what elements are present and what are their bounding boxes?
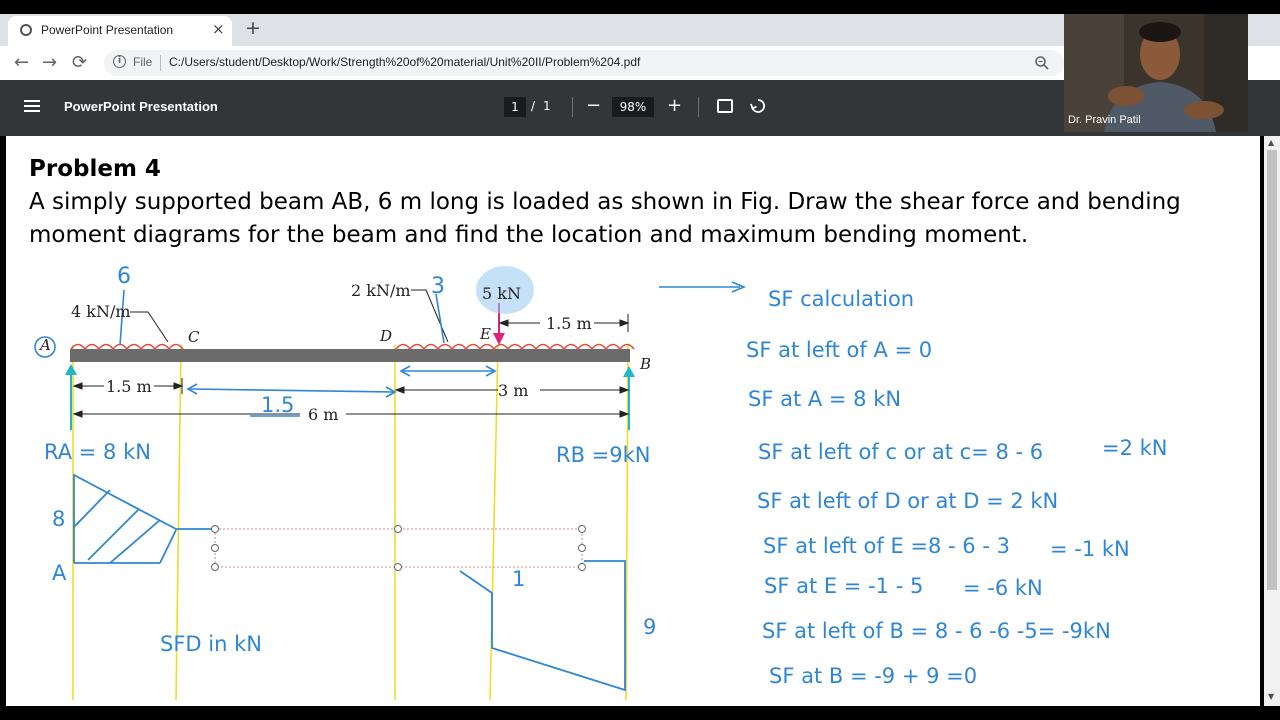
dimension-eb: 1.5 m: [546, 314, 592, 333]
browser-tab[interactable]: PowerPoint Presentation ×: [8, 16, 232, 46]
load1-total: 6: [117, 264, 131, 289]
toolbar-divider: [572, 97, 573, 117]
point-a-label: A: [40, 336, 51, 354]
sfd-value-9: 9: [643, 615, 657, 639]
new-tab-button[interactable]: +: [245, 17, 261, 39]
tab-close-icon[interactable]: ×: [212, 20, 225, 38]
page-number-input[interactable]: 1: [504, 97, 526, 117]
udl1-label: 4 kN/m: [71, 302, 131, 321]
udl2-label: 2 kN/m: [351, 281, 411, 300]
zoom-in-button[interactable]: +: [667, 95, 682, 116]
sfd-point-a: A: [52, 561, 67, 585]
page-total: 1: [543, 99, 551, 113]
dimension-db: 3 m: [498, 381, 529, 400]
page-scrollbar[interactable]: ▲ ▼: [1264, 136, 1280, 706]
scroll-up-icon[interactable]: ▲: [1268, 138, 1274, 147]
zoom-level-input[interactable]: 98%: [612, 97, 654, 117]
problem-statement-line: A simply supported beam AB, 6 m long is …: [29, 189, 1181, 215]
load2-total: 3: [431, 274, 445, 299]
dimension-ac: 1.5 m: [106, 377, 152, 396]
zoom-magnifier-icon[interactable]: [1034, 55, 1050, 71]
page-separator: /: [531, 99, 536, 113]
problem-title: Problem 4: [29, 156, 161, 182]
reaction-b: RB =9kN: [556, 443, 651, 467]
file-scheme-label: File: [133, 55, 153, 69]
zoom-out-button[interactable]: −: [586, 95, 601, 116]
fit-to-page-icon[interactable]: [717, 99, 733, 113]
scrollbar-thumb[interactable]: [1267, 150, 1277, 590]
sf-calc-line: SF at left of B = 8 - 6 -6 -5= -9kN: [762, 619, 1111, 643]
url-text[interactable]: C:/Users/student/Desktop/Work/Strength%2…: [169, 55, 640, 69]
sf-calc-heading: SF calculation: [768, 287, 915, 311]
forward-button[interactable]: →: [42, 52, 57, 73]
reload-button[interactable]: ⟳: [72, 52, 87, 73]
sf-calc-line: SF at left of c or at c= 8 - 6: [758, 440, 1044, 464]
presenter-webcam: Dr. Pravin Patil: [1064, 14, 1248, 132]
sf-calc-line: SF at E = -1 - 5: [764, 574, 924, 598]
presenter-name: Dr. Pravin Patil: [1068, 114, 1141, 126]
screen-top-bar: [0, 0, 1280, 14]
sf-calc-result: = -1 kN: [1050, 537, 1130, 561]
menu-icon[interactable]: [24, 100, 40, 112]
sfd-value-8: 8: [52, 507, 66, 531]
globe-icon: [20, 24, 32, 36]
scroll-down-icon[interactable]: ▼: [1268, 692, 1274, 701]
point-d-label: D: [380, 327, 393, 345]
omnibox[interactable]: i File C:/Users/student/Desktop/Work/Str…: [104, 50, 1064, 76]
point-load-label: 5 kN: [482, 284, 521, 303]
point-e-label: E: [480, 325, 491, 343]
info-icon[interactable]: i: [113, 55, 126, 68]
sf-calc-line: SF at left of E =8 - 6 - 3: [763, 534, 1010, 558]
gap-cd: 1.5: [261, 393, 295, 417]
toolbar-divider: [698, 97, 699, 117]
sf-calc-result: =2 kN: [1102, 436, 1168, 460]
point-c-label: C: [188, 328, 200, 346]
problem-statement-line: moment diagrams for the beam and find th…: [29, 222, 1029, 248]
sf-calc-line: SF at B = -9 + 9 =0: [769, 664, 978, 688]
dimension-total: 6 m: [308, 405, 339, 424]
sfd-value-1: 1: [512, 567, 526, 591]
sf-calc-line: SF at A = 8 kN: [748, 387, 902, 411]
point-b-label: B: [640, 355, 652, 373]
sf-calc-result: = -6 kN: [963, 576, 1043, 600]
tab-title: PowerPoint Presentation: [41, 23, 174, 37]
reaction-a: RA = 8 kN: [44, 440, 151, 464]
rotate-icon[interactable]: [750, 98, 766, 114]
omnibox-separator: [160, 55, 161, 71]
sf-calc-line: SF at left of A = 0: [746, 338, 933, 362]
sfd-label: SFD in kN: [160, 632, 262, 656]
sf-calc-line: SF at left of D or at D = 2 kN: [757, 489, 1059, 513]
back-button[interactable]: ←: [14, 52, 29, 73]
pdf-title: PowerPoint Presentation: [64, 99, 218, 114]
screen-bottom-bar: [0, 706, 1280, 720]
